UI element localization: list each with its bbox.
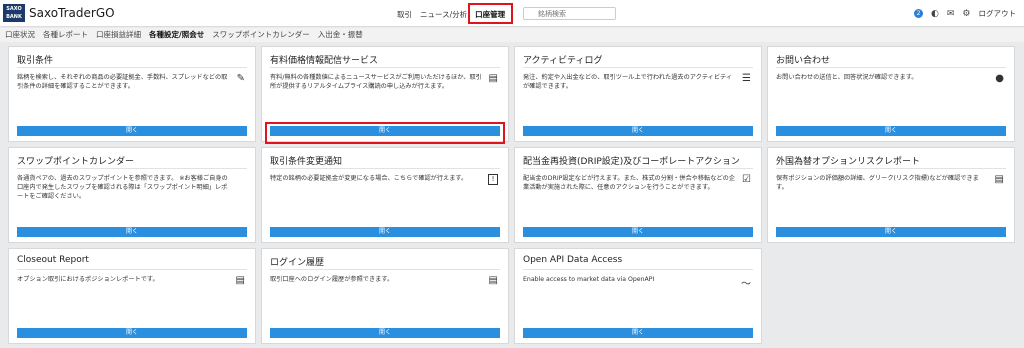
open-button[interactable]: 開く: [270, 227, 500, 237]
card-title: 有料価格情報配信サービス: [270, 56, 379, 66]
card-title: 取引条件: [17, 56, 54, 66]
card-description: 有料/無料の各種数値によるニュースサービスがご利用いただけるほか、取引所が提供す…: [270, 74, 482, 90]
divider: [270, 269, 500, 270]
open-button[interactable]: 開く: [523, 126, 753, 136]
card-title: Closeout Report: [17, 255, 89, 265]
divider: [776, 168, 1006, 169]
open-button[interactable]: 開く: [17, 227, 247, 237]
logo-text-2: BANK: [6, 14, 22, 20]
nav-highlight-box: [468, 3, 513, 24]
divider: [523, 168, 753, 169]
card-description: Enable access to market data via OpenAPI: [523, 276, 655, 283]
notification-badge[interactable]: 2: [914, 9, 924, 18]
nav-trade[interactable]: 取引: [397, 9, 412, 20]
search-input[interactable]: [523, 7, 616, 20]
headset-icon: ●: [995, 73, 1004, 84]
divider: [17, 269, 247, 270]
card-title: アクティビティログ: [523, 56, 603, 66]
top-bar: SAXO BANK SaxoTraderGO 取引 ニュース/分析 口座管理 2…: [0, 0, 1024, 27]
subnav-settings[interactable]: 各種設定/照会せ: [149, 28, 204, 42]
card-activity-log: アクティビティログ 発注、約定や入出金などの、取引ツール上で行われた過去のアクテ…: [514, 46, 762, 142]
subnav-reports[interactable]: 各種レポート: [43, 28, 88, 42]
document-icon: ▤: [488, 73, 498, 84]
open-button[interactable]: 開く: [523, 227, 753, 237]
document-icon: ▤: [488, 275, 498, 286]
divider: [270, 168, 500, 169]
open-button[interactable]: 開く: [776, 126, 1006, 136]
gear-icon[interactable]: ⚙: [962, 9, 970, 19]
card-title: 外国為替オプションリスクレポート: [776, 157, 921, 167]
card-description: 各通貨ペアの、過去のスワップポイントを参照できます。 ※お客様ご自身の口座内で発…: [17, 175, 228, 200]
subnav-deposit-withdraw[interactable]: 入出金・振替: [318, 28, 363, 42]
open-button[interactable]: 開く: [17, 126, 247, 136]
logout-link[interactable]: ログアウト: [979, 8, 1017, 19]
theme-toggle-icon[interactable]: ◐: [931, 9, 939, 19]
card-description: 保有ポジションの評価額の詳細、グリーク(リスク指標)などが確認できます。: [776, 175, 979, 191]
divider: [523, 269, 753, 270]
edit-icon: ✎: [236, 73, 245, 84]
logo-text-1: SAXO: [6, 6, 22, 12]
card-login-history: ログイン履歴 取引口座へのログイン履歴が参照できます。 ▤ 開く: [261, 248, 509, 344]
subnav-pnl-detail[interactable]: 口座損益詳細: [96, 28, 141, 42]
line-chart-icon: 〜: [741, 279, 751, 290]
card-title: お問い合わせ: [776, 56, 831, 66]
sub-nav: 口座状況 各種レポート 口座損益詳細 各種設定/照会せ スワップポイントカレンダ…: [0, 28, 1024, 42]
open-button[interactable]: 開く: [270, 328, 500, 338]
divider: [523, 67, 753, 68]
card-swap-calendar: スワップポイントカレンダー 各通貨ペアの、過去のスワップポイントを参照できます。…: [8, 147, 256, 243]
card-description: 特定の銘柄の必要証拠金が変更になる場合、こちらで確認が行えます。: [270, 175, 468, 182]
saxo-logo[interactable]: SAXO BANK: [3, 4, 25, 22]
card-description: 銘柄を検索し、それぞれの商品の必要証拠金、手数料、スプレッドなどの取引条件の詳細…: [17, 74, 228, 90]
header-actions: 2 ◐ ✉ ⚙ ログアウト: [914, 8, 1016, 19]
card-closeout-report: Closeout Report オプション取引におけるポジションレポートです。 …: [8, 248, 256, 344]
card-title: スワップポイントカレンダー: [17, 157, 135, 167]
card-condition-change-notice: 取引条件変更通知 特定の銘柄の必要証拠金が変更になる場合、こちらで確認が行えます…: [261, 147, 509, 243]
card-description: 発注、約定や入出金などの、取引ツール上で行われた過去のアクティビティが確認できま…: [523, 74, 733, 90]
card-description: 取引口座へのログイン履歴が参照できます。: [270, 276, 394, 283]
nav-news-analysis[interactable]: ニュース/分析: [420, 9, 467, 20]
checkbox-icon: ☑: [742, 174, 751, 185]
brand-name: SaxoTraderGO: [29, 6, 115, 20]
card-title: ログイン履歴: [270, 258, 325, 268]
card-description: お問い合わせの送信と、回答状況が確認できます。: [776, 74, 918, 81]
button-highlight-box: [265, 122, 505, 144]
open-button[interactable]: 開く: [523, 328, 753, 338]
card-open-api-data-access: Open API Data Access Enable access to ma…: [514, 248, 762, 344]
document-icon: ▤: [235, 275, 245, 286]
subnav-swap-calendar[interactable]: スワップポイントカレンダー: [212, 28, 310, 42]
card-description: オプション取引におけるポジションレポートです。: [17, 276, 159, 283]
card-fx-option-risk-report: 外国為替オプションリスクレポート 保有ポジションの評価額の詳細、グリーク(リスク…: [767, 147, 1015, 243]
open-button[interactable]: 開く: [776, 227, 1006, 237]
document-icon: ▤: [994, 174, 1004, 185]
divider: [17, 67, 247, 68]
card-trading-conditions: 取引条件 銘柄を検索し、それぞれの商品の必要証拠金、手数料、スプレッドなどの取引…: [8, 46, 256, 142]
card-description: 配当金のDRIP設定などが行えます。また、株式の分割・併合や移転などの企業活動が…: [523, 175, 735, 191]
card-drip-corporate-action: 配当金再投資(DRIP設定)及びコーポレートアクション 配当金のDRIP設定など…: [514, 147, 762, 243]
card-contact: お問い合わせ お問い合わせの送信と、回答状況が確認できます。 ● 開く: [767, 46, 1015, 142]
card-title: 配当金再投資(DRIP設定)及びコーポレートアクション: [523, 157, 740, 167]
divider: [776, 67, 1006, 68]
card-title: 取引条件変更通知: [270, 157, 343, 167]
open-button[interactable]: 開く: [17, 328, 247, 338]
divider: [17, 168, 247, 169]
divider: [270, 67, 500, 68]
alert-icon: !: [488, 174, 498, 185]
mail-icon[interactable]: ✉: [947, 9, 955, 19]
subnav-account-status[interactable]: 口座状況: [5, 28, 35, 42]
card-title: Open API Data Access: [523, 255, 623, 265]
list-icon: ☰: [742, 73, 751, 84]
